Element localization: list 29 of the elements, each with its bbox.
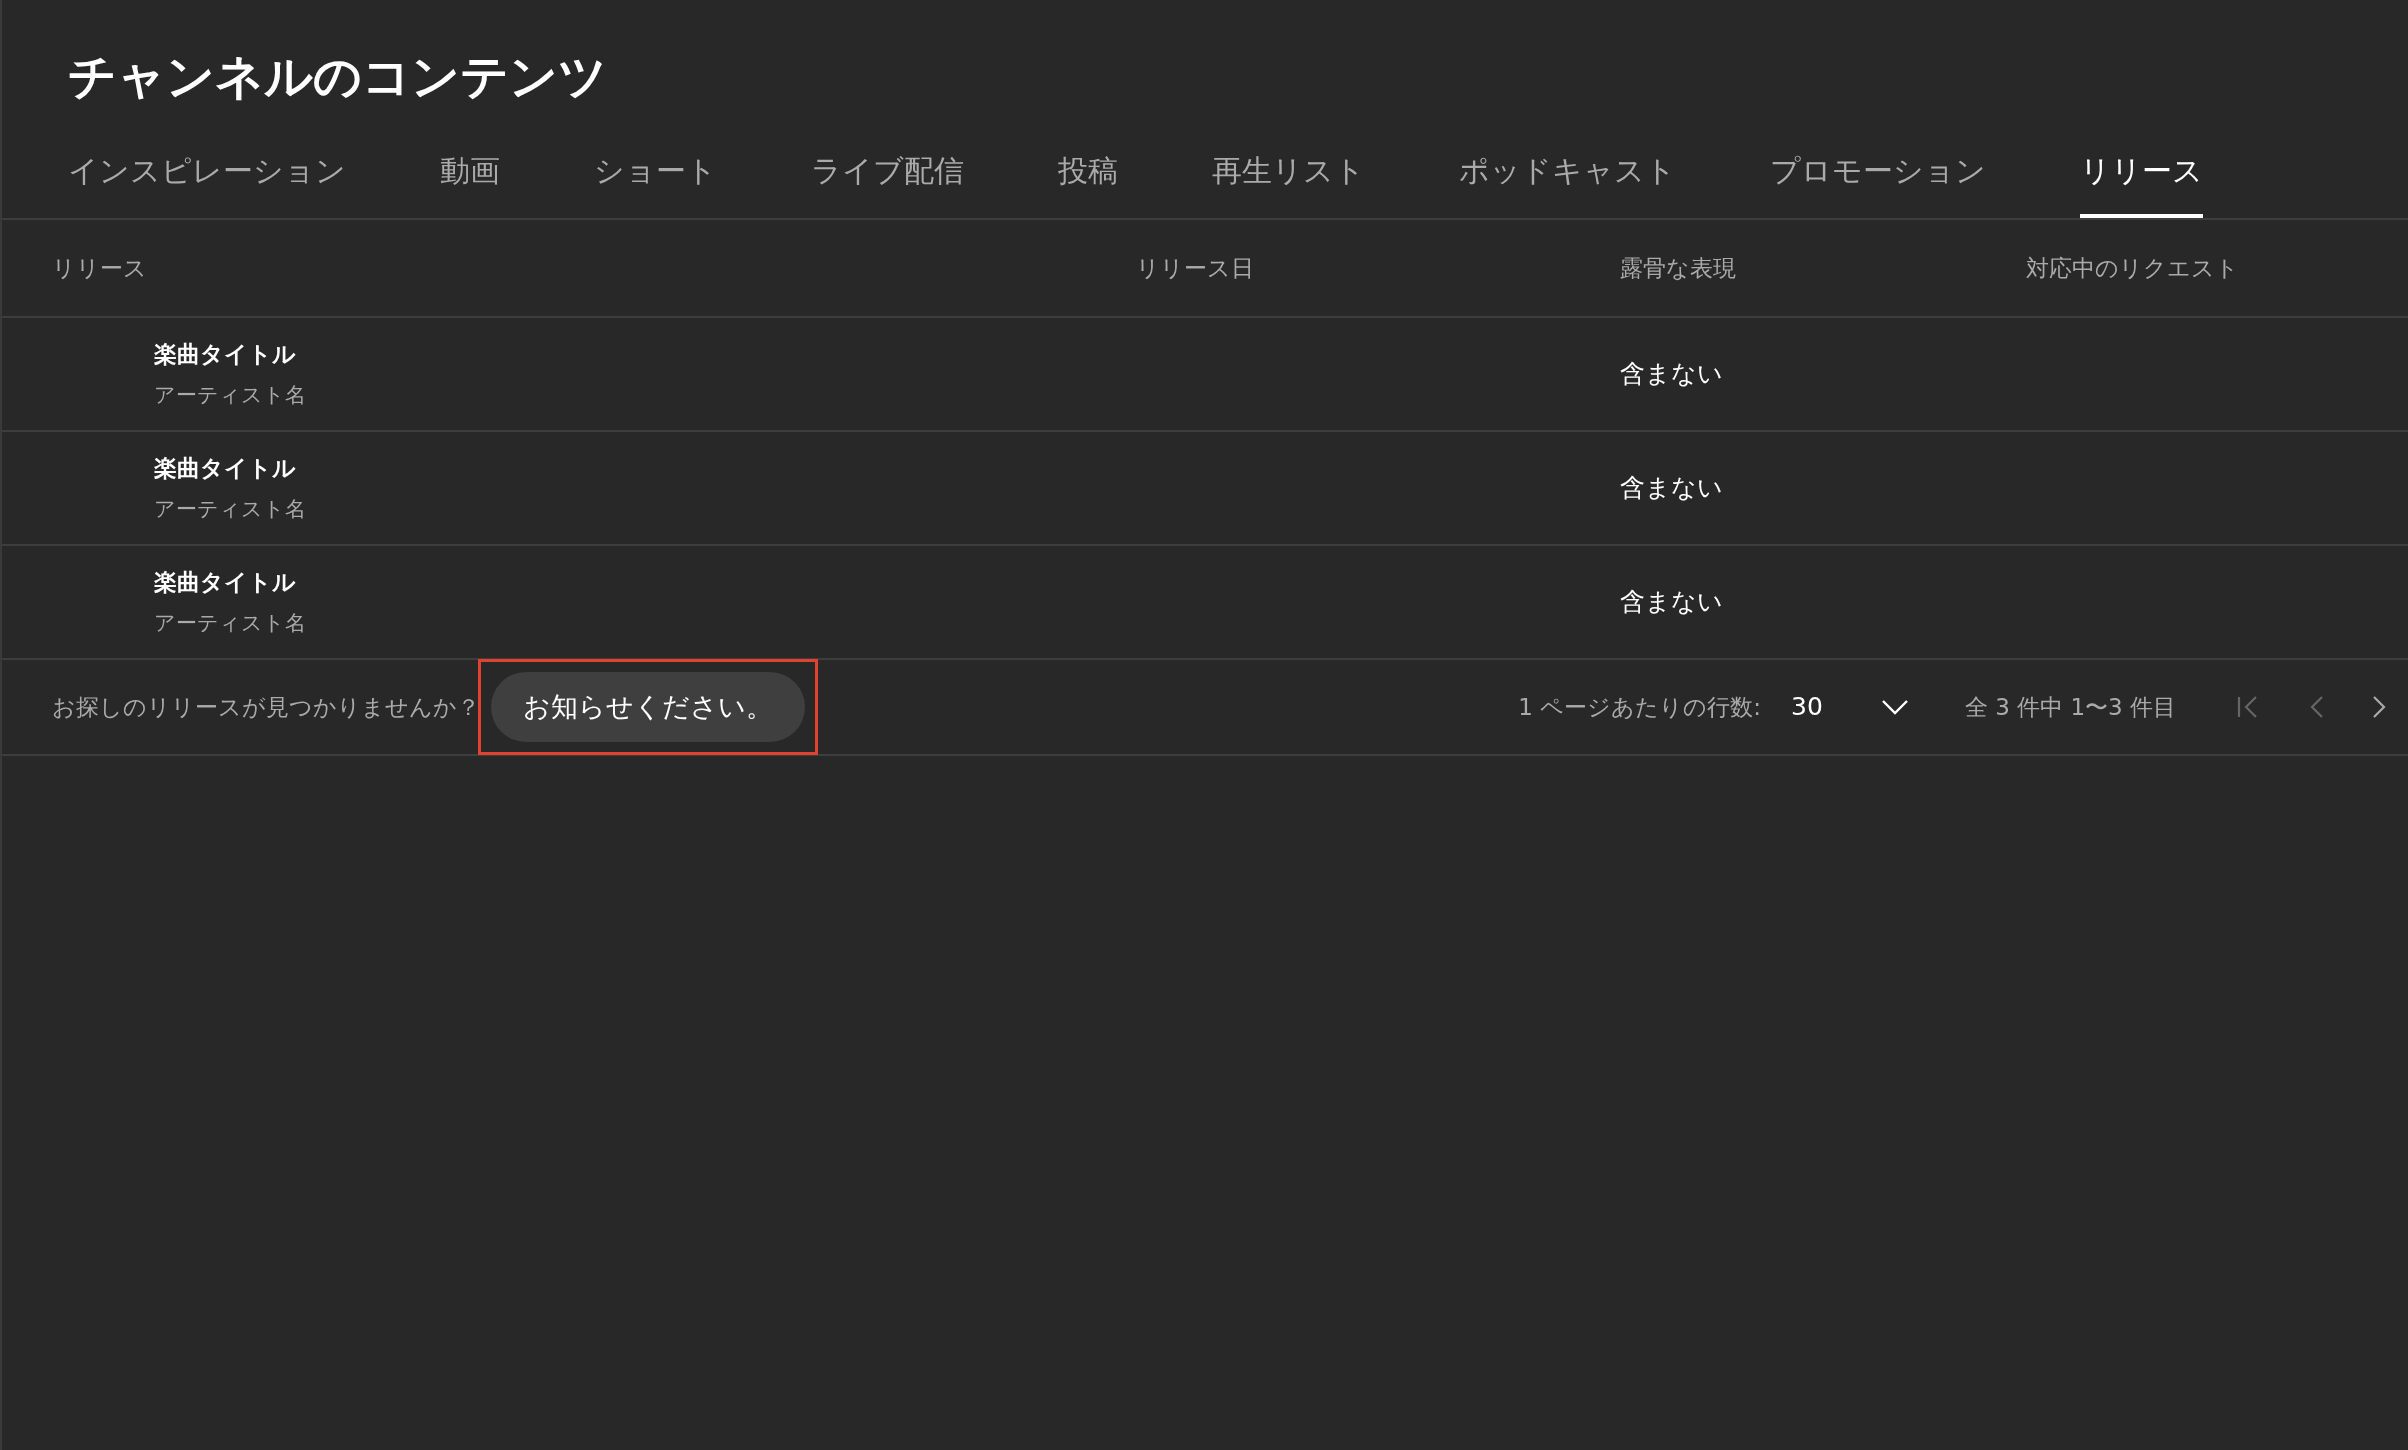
tab[interactable]: ポッドキャスト xyxy=(1459,148,1676,218)
tab[interactable]: ショート xyxy=(594,148,717,218)
column-header: リリース日 xyxy=(1136,254,1254,281)
explicit-status: 含まない xyxy=(1620,473,1723,503)
rows-per-page-dropdown[interactable]: 30 xyxy=(1791,688,1909,726)
page-range: 全 3 件中 1〜3 件目 xyxy=(1964,692,2176,722)
song-title: 楽曲タイトル xyxy=(154,568,296,597)
song-title: 楽曲タイトル xyxy=(154,454,296,483)
rows-per-page-label: 1 ページあたりの行数: xyxy=(1518,692,1762,722)
report-button[interactable]: お知らせください。 xyxy=(491,672,805,742)
tab[interactable]: プロモーション xyxy=(1770,148,1986,218)
missing-release-prompt: お探しのリリースが見つかりませんか？ xyxy=(52,692,480,722)
artist-name: アーティスト名 xyxy=(154,496,306,523)
tab[interactable]: ライブ配信 xyxy=(811,148,964,218)
explicit-status: 含まない xyxy=(1620,359,1723,389)
column-header: リリース xyxy=(52,254,147,281)
chevron-down-icon xyxy=(1880,699,1909,715)
page-title: チャンネルのコンテンツ xyxy=(68,47,607,106)
explicit-status: 含まない xyxy=(1620,587,1723,617)
song-title: 楽曲タイトル xyxy=(154,340,296,369)
tab[interactable]: リリース xyxy=(2080,148,2203,218)
tab[interactable]: 再生リスト xyxy=(1212,148,1365,218)
column-header: 対応中のリクエスト xyxy=(2026,254,2239,281)
tab[interactable]: 動画 xyxy=(440,148,500,218)
artist-name: アーティスト名 xyxy=(154,382,306,409)
column-header: 露骨な表現 xyxy=(1620,254,1736,281)
tab[interactable]: インスピレーション xyxy=(68,148,346,218)
tab[interactable]: 投稿 xyxy=(1058,148,1118,218)
artist-name: アーティスト名 xyxy=(154,610,306,637)
